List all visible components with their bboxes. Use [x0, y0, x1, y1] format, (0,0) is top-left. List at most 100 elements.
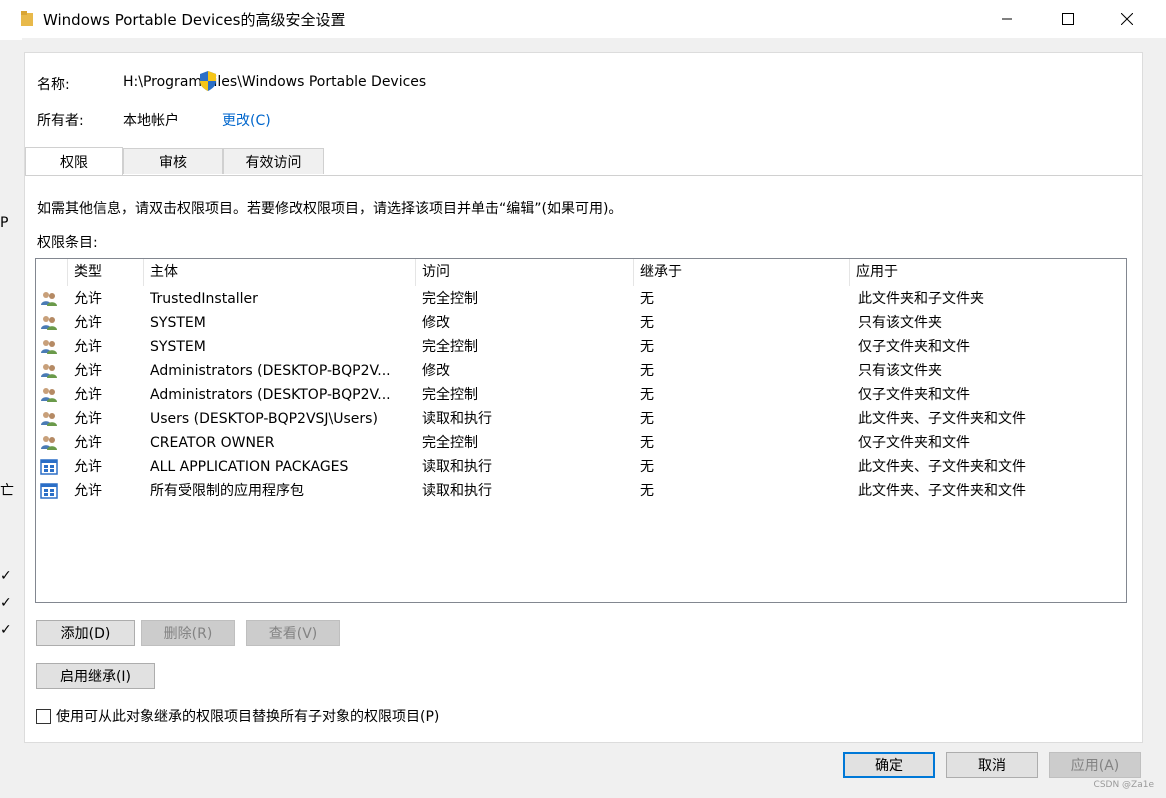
background-window: P 亡 ✓ ✓ ✓ [0, 40, 23, 798]
cell-type: 允许 [74, 435, 102, 451]
replace-child-permissions-label: 使用可从此对象继承的权限项目替换所有子对象的权限项目(P) [56, 709, 440, 725]
cell-principal: 所有受限制的应用程序包 [150, 483, 304, 499]
table-row[interactable]: 允许 SYSTEM 完全控制 无 仅子文件夹和文件 [36, 335, 1126, 359]
name-value: H:\Program Files\Windows Portable Device… [123, 74, 427, 90]
cell-principal: Administrators (DESKTOP-BQP2V... [150, 387, 391, 403]
name-label: 名称: [37, 77, 70, 93]
close-icon [1121, 13, 1133, 25]
cell-access: 完全控制 [422, 387, 478, 403]
cell-type: 允许 [74, 459, 102, 475]
background-glyph: ✓ [0, 568, 12, 584]
cell-principal: ALL APPLICATION PACKAGES [150, 459, 349, 475]
cell-inherited-from: 无 [640, 411, 654, 427]
owner-label: 所有者: [37, 113, 84, 129]
cell-principal: CREATOR OWNER [150, 435, 275, 451]
ok-button[interactable]: 确定 [843, 752, 935, 778]
cell-principal: Users (DESKTOP-BQP2VSJ\Users) [150, 411, 378, 427]
cancel-button[interactable]: 取消 [946, 752, 1038, 778]
tab-divider [25, 175, 1142, 176]
instructions-text: 如需其他信息，请双击权限项目。若要修改权限项目，请选择该项目并单击“编辑”(如果… [37, 201, 623, 217]
cell-inherited-from: 无 [640, 363, 654, 379]
watermark-text: CSDN @Za1e [1093, 780, 1154, 790]
cell-access: 读取和执行 [422, 459, 492, 475]
cell-inherited-from: 无 [640, 459, 654, 475]
table-row[interactable]: 允许 Administrators (DESKTOP-BQP2V... 完全控制 无 仅… [36, 383, 1126, 407]
users-icon [40, 362, 58, 380]
table-row[interactable]: 允许 TrustedInstaller 完全控制 无 此文件夹和子文件夹 [36, 287, 1126, 311]
table-row[interactable]: 允许 ALL APPLICATION PACKAGES 读取和执行 无 此文件夹、子文件… [36, 455, 1126, 479]
cell-applies-to: 仅子文件夹和文件 [858, 387, 970, 403]
cell-type: 允许 [74, 387, 102, 403]
users-icon [40, 314, 58, 332]
uac-shield-icon [200, 71, 216, 91]
app-package-icon [40, 458, 58, 476]
cell-access: 完全控制 [422, 435, 478, 451]
users-icon [40, 410, 58, 428]
table-row[interactable]: 允许 Administrators (DESKTOP-BQP2V... 修改 无 只有该… [36, 359, 1126, 383]
remove-button[interactable]: 删除(R) [141, 620, 235, 646]
users-icon [40, 290, 58, 308]
window-title: Windows Portable Devices的高级安全设置 [43, 11, 346, 29]
enable-inheritance-button[interactable]: 启用继承(I) [36, 663, 155, 689]
tab-permissions[interactable]: 权限 [25, 147, 123, 175]
cell-type: 允许 [74, 315, 102, 331]
cell-type: 允许 [74, 363, 102, 379]
app-package-icon [40, 482, 58, 500]
cell-inherited-from: 无 [640, 435, 654, 451]
tab-effective-access[interactable]: 有效访问 [223, 148, 324, 174]
replace-child-permissions-checkbox[interactable] [36, 709, 51, 724]
table-row[interactable]: 允许 所有受限制的应用程序包 读取和执行 无 此文件夹、子文件夹和文件 [36, 479, 1126, 503]
entries-label: 权限条目: [37, 235, 98, 251]
cell-principal: SYSTEM [150, 339, 206, 355]
cell-applies-to: 仅子文件夹和文件 [858, 435, 970, 451]
column-header-principal[interactable]: 主体 [144, 259, 416, 286]
minimize-button[interactable] [978, 0, 1036, 38]
cell-principal: SYSTEM [150, 315, 206, 331]
list-header: 类型 主体 访问 继承于 应用于 [36, 259, 1126, 286]
background-glyph: ✓ [0, 622, 12, 638]
background-glyph: ✓ [0, 595, 12, 611]
minimize-icon [1002, 18, 1012, 20]
view-button[interactable]: 查看(V) [246, 620, 340, 646]
cell-inherited-from: 无 [640, 315, 654, 331]
tab-auditing[interactable]: 审核 [123, 148, 223, 174]
cell-principal: Administrators (DESKTOP-BQP2V... [150, 363, 391, 379]
column-header-inherited-from[interactable]: 继承于 [634, 259, 850, 286]
maximize-button[interactable] [1039, 0, 1097, 38]
column-header-applies-to[interactable]: 应用于 [850, 259, 1126, 286]
column-header-access[interactable]: 访问 [416, 259, 634, 286]
column-header-type[interactable]: 类型 [68, 259, 144, 286]
users-icon [40, 338, 58, 356]
cell-applies-to: 只有该文件夹 [858, 315, 942, 331]
cell-inherited-from: 无 [640, 291, 654, 307]
add-button[interactable]: 添加(D) [36, 620, 135, 646]
cell-type: 允许 [74, 411, 102, 427]
column-header-icon[interactable] [36, 259, 68, 286]
cell-applies-to: 仅子文件夹和文件 [858, 339, 970, 355]
background-glyph: P [0, 215, 9, 231]
background-glyph: 亡 [0, 483, 14, 499]
cell-applies-to: 此文件夹、子文件夹和文件 [858, 483, 1026, 499]
cell-inherited-from: 无 [640, 339, 654, 355]
cell-applies-to: 此文件夹和子文件夹 [858, 291, 984, 307]
cell-access: 修改 [422, 315, 450, 331]
cell-access: 读取和执行 [422, 411, 492, 427]
cell-type: 允许 [74, 291, 102, 307]
cell-applies-to: 此文件夹、子文件夹和文件 [858, 459, 1026, 475]
close-button[interactable] [1098, 0, 1156, 38]
apply-button[interactable]: 应用(A) [1049, 752, 1141, 778]
cell-principal: TrustedInstaller [150, 291, 258, 307]
change-owner-link[interactable]: 更改(C) [222, 110, 271, 130]
cell-applies-to: 只有该文件夹 [858, 363, 942, 379]
cell-type: 允许 [74, 483, 102, 499]
permission-entries-list[interactable]: 类型 主体 访问 继承于 应用于 允许 TrustedInstaller 完全控制无… [35, 258, 1127, 603]
title-bar[interactable]: Windows Portable Devices的高级安全设置 [0, 0, 1166, 38]
table-row[interactable]: 允许 Users (DESKTOP-BQP2VSJ\Users) 读取和执行 无 此文件… [36, 407, 1126, 431]
cell-access: 修改 [422, 363, 450, 379]
cell-access: 读取和执行 [422, 483, 492, 499]
cell-inherited-from: 无 [640, 387, 654, 403]
owner-value: 本地帐户 [123, 113, 179, 129]
table-row[interactable]: 允许 SYSTEM 修改 无 只有该文件夹 [36, 311, 1126, 335]
table-row[interactable]: 允许 CREATOR OWNER 完全控制 无 仅子文件夹和文件 [36, 431, 1126, 455]
folder-icon [21, 11, 33, 26]
